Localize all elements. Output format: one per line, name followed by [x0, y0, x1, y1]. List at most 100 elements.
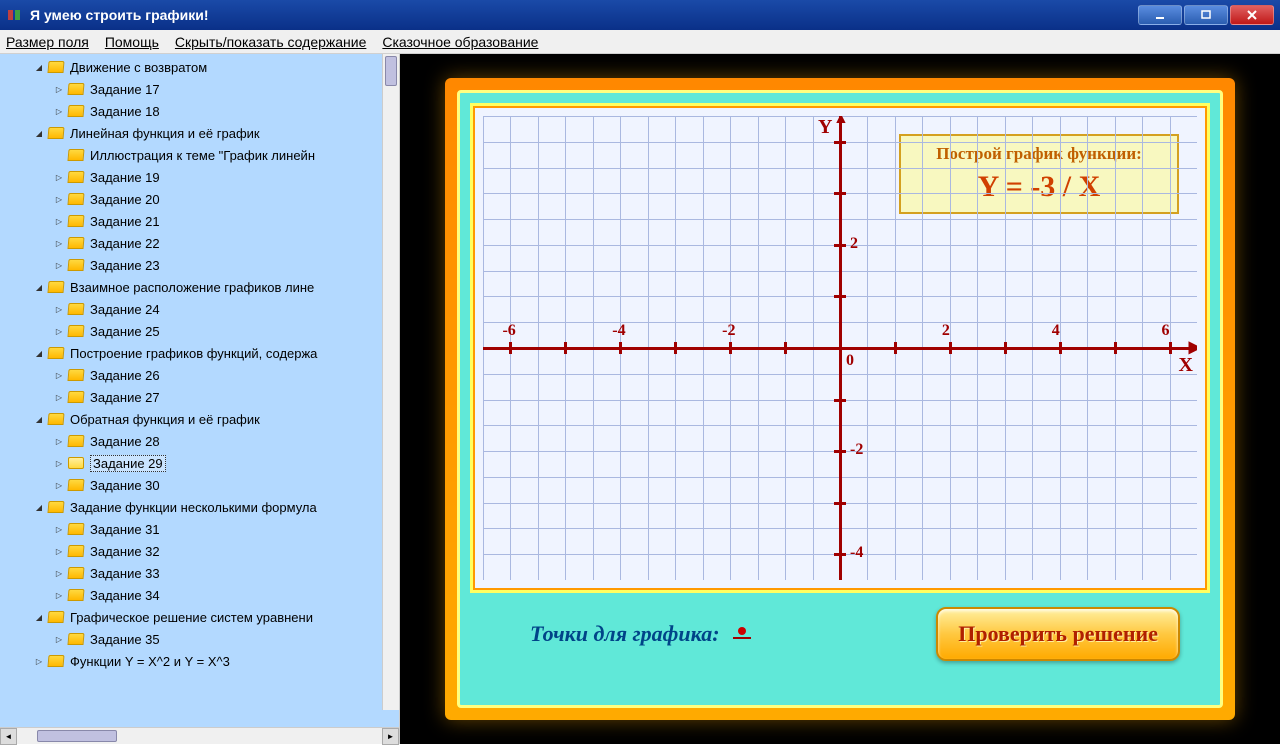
- y-tick-label: -2: [850, 441, 863, 459]
- expand-icon[interactable]: ▷: [54, 216, 64, 226]
- tree-item[interactable]: ▷Задание 31: [0, 518, 399, 540]
- folder-icon: [68, 633, 84, 645]
- tree-item[interactable]: Иллюстрация к теме "График линейн: [0, 144, 399, 166]
- expand-icon[interactable]: [54, 150, 64, 160]
- y-axis-label: Y: [818, 116, 832, 139]
- folder-icon: [68, 435, 84, 447]
- expand-icon[interactable]: ▷: [54, 634, 64, 644]
- folder-icon: [68, 193, 84, 205]
- tree-vscrollbar[interactable]: [382, 54, 399, 710]
- expand-icon[interactable]: ▷: [54, 304, 64, 314]
- tree-item-label: Задание 20: [90, 192, 160, 207]
- expand-icon[interactable]: ▷: [54, 590, 64, 600]
- x-tick: [1004, 342, 1007, 354]
- tree-hscrollbar[interactable]: ◄ ►: [0, 727, 399, 744]
- y-tick-label: 2: [850, 235, 858, 253]
- hscroll-thumb[interactable]: [37, 730, 117, 742]
- tree-item[interactable]: ▷Задание 34: [0, 584, 399, 606]
- folder-icon: [48, 655, 64, 667]
- hscroll-left-arrow[interactable]: ◄: [0, 728, 17, 745]
- expand-icon[interactable]: ▷: [54, 392, 64, 402]
- expand-icon[interactable]: ▷: [54, 238, 64, 248]
- expand-icon[interactable]: ▷: [54, 260, 64, 270]
- tree-item[interactable]: ▷ Задание 23: [0, 254, 399, 276]
- tree-item[interactable]: ◢Линейная функция и её график: [0, 122, 399, 144]
- menu-fairy-edu[interactable]: Сказочное образование: [382, 34, 538, 50]
- minimize-button[interactable]: [1138, 5, 1182, 25]
- collapse-icon[interactable]: ◢: [34, 414, 44, 424]
- tree-item-label: Задание 26: [90, 368, 160, 383]
- tree-item[interactable]: ▷ Задание 26: [0, 364, 399, 386]
- tree-item[interactable]: ▷ Задание 20: [0, 188, 399, 210]
- expand-icon[interactable]: ▷: [54, 172, 64, 182]
- x-tick: [1114, 342, 1117, 354]
- hscroll-right-arrow[interactable]: ►: [382, 728, 399, 745]
- tree-item[interactable]: ▷Задание 28: [0, 430, 399, 452]
- collapse-icon[interactable]: ◢: [34, 128, 44, 138]
- y-tick: [834, 502, 846, 505]
- tree-item[interactable]: ▷Задание 35: [0, 628, 399, 650]
- menu-help[interactable]: Помощь: [105, 34, 159, 50]
- expand-icon[interactable]: ▷: [54, 524, 64, 534]
- tree-item[interactable]: ◢ Взаимное расположение графиков лине: [0, 276, 399, 298]
- lesson-frame: Построй график функции: Y = -3 / X ▶▲XY0…: [445, 78, 1235, 720]
- expand-icon[interactable]: ▷: [34, 656, 44, 666]
- menu-toggle-toc[interactable]: Скрыть/показать содержание: [175, 34, 366, 50]
- tree-item[interactable]: ▷Задание 18: [0, 100, 399, 122]
- tree-item[interactable]: ◢ Построение графиков функций, содержа: [0, 342, 399, 364]
- tree-item[interactable]: ◢Графическое решение систем уравнени: [0, 606, 399, 628]
- x-axis-label: X: [1179, 354, 1193, 377]
- folder-icon: [68, 83, 84, 95]
- menu-field-size[interactable]: Размер поля: [6, 34, 89, 50]
- tree-item[interactable]: ▷ Функции Y = X^2 и Y = X^3: [0, 650, 399, 672]
- origin-label: 0: [846, 352, 854, 370]
- tree-item[interactable]: ▷Задание 24: [0, 298, 399, 320]
- check-solution-button[interactable]: Проверить решение: [936, 607, 1180, 661]
- close-button[interactable]: [1230, 5, 1274, 25]
- expand-icon[interactable]: ▷: [54, 84, 64, 94]
- x-tick-label: -4: [612, 322, 625, 340]
- collapse-icon[interactable]: ◢: [34, 348, 44, 358]
- expand-icon[interactable]: ▷: [54, 480, 64, 490]
- expand-icon[interactable]: ▷: [54, 326, 64, 336]
- expand-icon[interactable]: ▷: [54, 106, 64, 116]
- tree-item[interactable]: ▷Задание 30: [0, 474, 399, 496]
- folder-icon: [48, 501, 64, 513]
- tree-item-label: Задание 23: [90, 258, 160, 273]
- tree-item[interactable]: ◢Обратная функция и её график: [0, 408, 399, 430]
- tree-item[interactable]: ▷Задание 33: [0, 562, 399, 584]
- expand-icon[interactable]: ▷: [54, 436, 64, 446]
- expand-icon[interactable]: ▷: [54, 546, 64, 556]
- vscroll-thumb[interactable]: [385, 56, 397, 86]
- point-marker-icon[interactable]: [733, 637, 751, 639]
- tree-item[interactable]: ◢Движение с возвратом: [0, 56, 399, 78]
- expand-icon[interactable]: ▷: [54, 458, 64, 468]
- maximize-button[interactable]: [1184, 5, 1228, 25]
- x-tick: [674, 342, 677, 354]
- tree-item[interactable]: ▷Задание 25: [0, 320, 399, 342]
- tree-item-label: Построение графиков функций, содержа: [70, 346, 317, 361]
- tree-item[interactable]: ▷Задание 22: [0, 232, 399, 254]
- tree-item-label: Задание 32: [90, 544, 160, 559]
- expand-icon[interactable]: ▷: [54, 194, 64, 204]
- graph-canvas[interactable]: Построй график функции: Y = -3 / X ▶▲XY0…: [483, 116, 1197, 580]
- tree-item[interactable]: ▷Задание 27: [0, 386, 399, 408]
- tree-item[interactable]: ▷Задание 17: [0, 78, 399, 100]
- collapse-icon[interactable]: ◢: [34, 62, 44, 72]
- tree-item[interactable]: ▷Задание 21: [0, 210, 399, 232]
- tree-item[interactable]: ▷ Задание 32: [0, 540, 399, 562]
- tree-item[interactable]: ▷Задание 29: [0, 452, 399, 474]
- tree-item[interactable]: ◢Задание функции несколькими формула: [0, 496, 399, 518]
- tree-item-label: Взаимное расположение графиков лине: [70, 280, 314, 295]
- tree-item[interactable]: ▷ Задание 19: [0, 166, 399, 188]
- collapse-icon[interactable]: ◢: [34, 612, 44, 622]
- x-tick: [1169, 342, 1172, 354]
- tree-item-label: Функции Y = X^2 и Y = X^3: [70, 654, 230, 669]
- tree-item-label: Задание 19: [90, 170, 160, 185]
- collapse-icon[interactable]: ◢: [34, 282, 44, 292]
- collapse-icon[interactable]: ◢: [34, 502, 44, 512]
- y-tick: [834, 295, 846, 298]
- expand-icon[interactable]: ▷: [54, 568, 64, 578]
- expand-icon[interactable]: ▷: [54, 370, 64, 380]
- toc-tree[interactable]: ◢Движение с возвратом▷Задание 17▷Задание…: [0, 54, 399, 727]
